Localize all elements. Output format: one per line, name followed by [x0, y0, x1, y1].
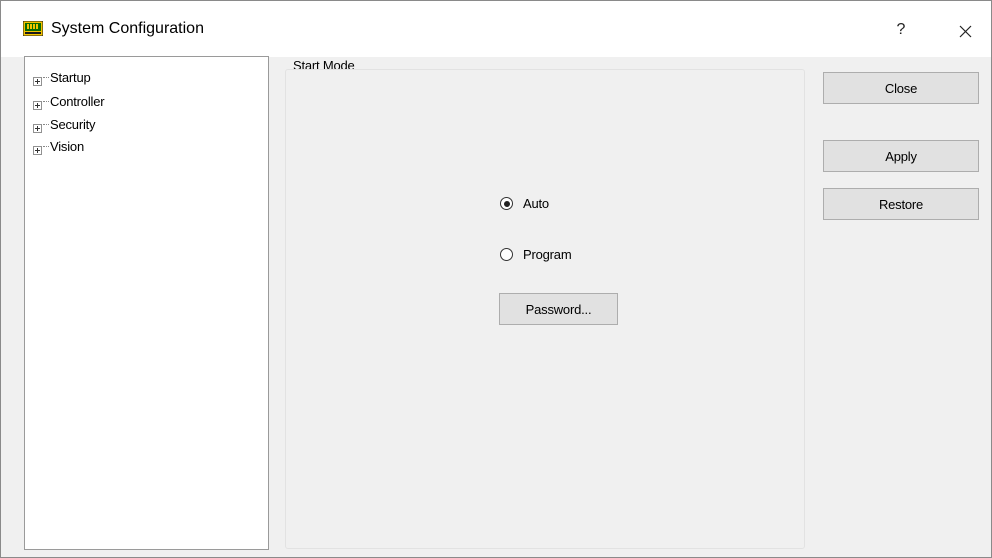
radio-selected-dot [503, 200, 510, 207]
window-title: System Configuration [51, 20, 204, 37]
plus-box-icon[interactable] [33, 73, 42, 86]
tree-item-controller[interactable]: Controller [33, 93, 153, 111]
radio-circle[interactable] [500, 248, 513, 261]
radio-program-label[interactable]: Program [523, 246, 572, 264]
tree-item-startup[interactable]: Startup [33, 69, 153, 87]
tree-connector [43, 124, 49, 126]
close-button[interactable]: Close [823, 72, 979, 104]
plus-box-icon[interactable] [33, 97, 42, 110]
system-configuration-window: System Configuration ? Startup Controlle… [0, 0, 992, 558]
restore-button[interactable]: Restore [823, 188, 979, 220]
tree-item-security[interactable]: Security [33, 116, 153, 134]
radio-circle[interactable] [500, 197, 513, 210]
close-icon [959, 25, 972, 38]
plus-box-icon[interactable] [33, 142, 42, 155]
tree-connector [43, 77, 49, 79]
close-window-button[interactable] [945, 13, 985, 49]
tree-item-vision[interactable]: Vision [33, 138, 153, 156]
help-icon: ? [896, 21, 906, 38]
plus-box-icon[interactable] [33, 120, 42, 133]
password-button[interactable]: Password... [499, 293, 618, 325]
title-bar: System Configuration ? [1, 1, 991, 57]
help-button[interactable]: ? [881, 13, 921, 49]
radio-auto[interactable]: Auto [500, 195, 580, 215]
radio-auto-label[interactable]: Auto [523, 195, 549, 213]
tree-item-label[interactable]: Security [50, 116, 96, 134]
apply-button[interactable]: Apply [823, 140, 979, 172]
radio-program[interactable]: Program [500, 246, 600, 266]
tree-item-label[interactable]: Startup [50, 69, 91, 87]
tree-connector [43, 146, 49, 148]
tree-connector [43, 101, 49, 103]
tree-item-label[interactable]: Controller [50, 93, 105, 111]
monitor-icon [22, 20, 44, 37]
tree-item-label[interactable]: Vision [50, 138, 84, 156]
configuration-tree[interactable]: Startup Controller Security Vision [24, 56, 269, 550]
